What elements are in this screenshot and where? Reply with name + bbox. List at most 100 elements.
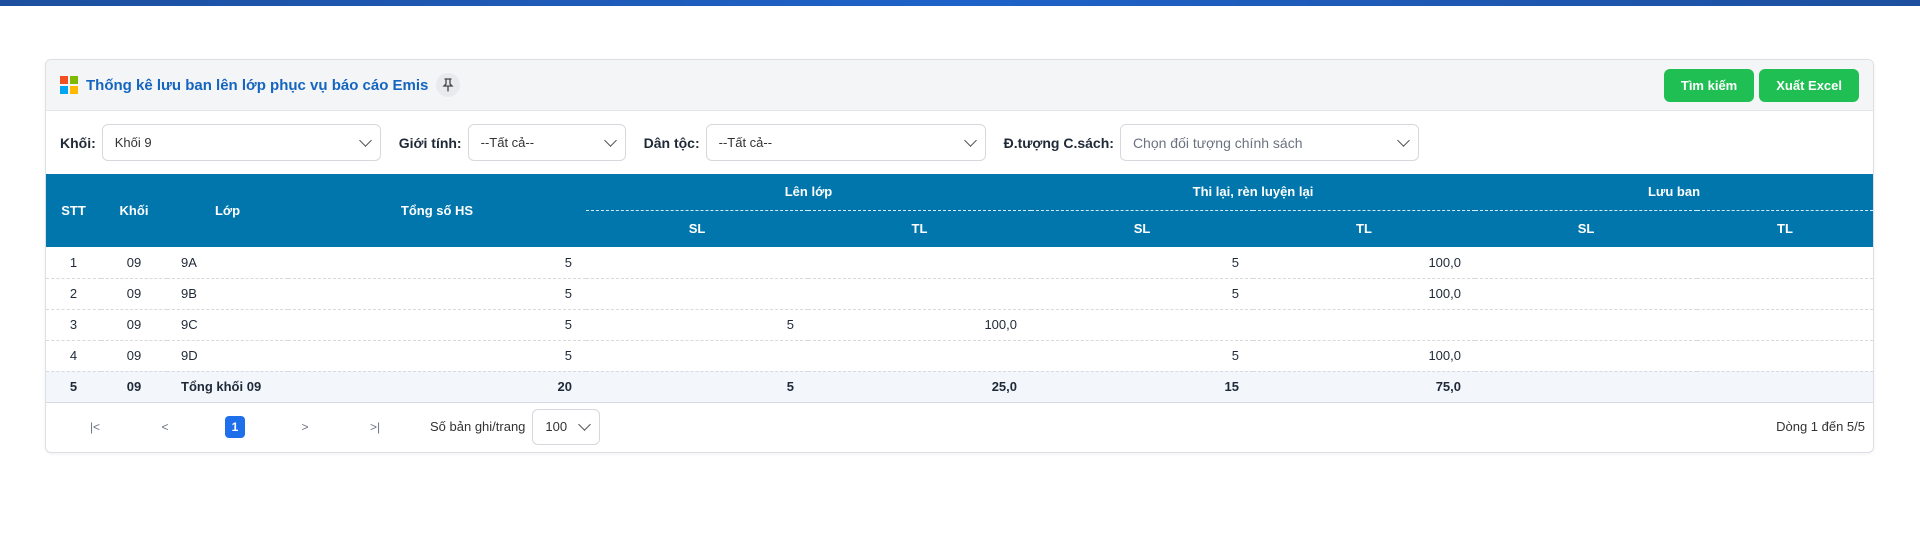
table-row: 4 09 9D 5 5 100,0 bbox=[46, 340, 1873, 372]
col-group-retest: Thi lại, rèn luyện lại bbox=[1031, 174, 1475, 211]
page-title: Thống kê lưu ban lên lớp phục vụ báo cáo… bbox=[86, 76, 429, 94]
pin-button[interactable] bbox=[436, 73, 461, 97]
col-retest-tl: TL bbox=[1253, 210, 1475, 247]
cell-retained-tl bbox=[1697, 247, 1873, 279]
cell-total: 5 bbox=[288, 340, 586, 372]
col-stt: STT bbox=[46, 174, 101, 247]
cell-grade: 09 bbox=[101, 278, 167, 310]
table-row: 1 09 9A 5 5 100,0 bbox=[46, 247, 1873, 279]
cell-total: 5 bbox=[288, 278, 586, 310]
pin-icon bbox=[442, 78, 454, 92]
ethnicity-label: Dân tộc: bbox=[643, 134, 700, 151]
cell-retained-sl bbox=[1475, 247, 1697, 279]
ethnicity-select[interactable]: --Tất cả-- bbox=[705, 124, 986, 161]
cell-retest-sl: 15 bbox=[1031, 371, 1253, 403]
cell-stt: 1 bbox=[46, 247, 101, 279]
cell-retest-sl: 5 bbox=[1031, 340, 1253, 372]
last-page-button[interactable]: >| bbox=[340, 420, 410, 434]
cell-promoted-tl bbox=[808, 247, 1031, 279]
cell-class: 9A bbox=[167, 247, 288, 279]
cell-stt: 4 bbox=[46, 340, 101, 372]
gender-label: Giới tính: bbox=[398, 134, 462, 151]
cell-retest-tl: 75,0 bbox=[1253, 371, 1475, 403]
cell-grade: 09 bbox=[101, 371, 167, 403]
cell-stt: 2 bbox=[46, 278, 101, 310]
policy-select[interactable]: Chọn đối tượng chính sách bbox=[1119, 124, 1419, 161]
cell-retest-tl: 100,0 bbox=[1253, 247, 1475, 279]
cell-total: 5 bbox=[288, 309, 586, 341]
per-page-select[interactable]: 100 bbox=[532, 408, 601, 445]
cell-class: 9C bbox=[167, 309, 288, 341]
cell-retest-sl: 5 bbox=[1031, 247, 1253, 279]
cell-retained-sl bbox=[1475, 371, 1697, 403]
windows-logo-icon bbox=[60, 76, 78, 94]
cell-retained-tl bbox=[1697, 340, 1873, 372]
cell-retest-sl bbox=[1031, 309, 1253, 341]
cell-promoted-sl bbox=[586, 340, 808, 372]
cell-retained-tl bbox=[1697, 278, 1873, 310]
policy-label: Đ.tượng C.sách: bbox=[1003, 134, 1114, 151]
gender-select-value: --Tất cả-- bbox=[480, 135, 535, 150]
grade-select[interactable]: Khối 9 bbox=[101, 124, 381, 161]
chevron-down-icon bbox=[358, 133, 372, 147]
cell-class: Tổng khối 09 bbox=[167, 371, 288, 403]
cell-total: 20 bbox=[288, 371, 586, 403]
cell-retained-tl bbox=[1697, 371, 1873, 403]
col-retained-tl: TL bbox=[1697, 210, 1873, 247]
chevron-down-icon bbox=[963, 133, 977, 147]
table-row: 3 09 9C 5 5 100,0 bbox=[46, 309, 1873, 341]
col-class: Lớp bbox=[167, 174, 288, 247]
first-page-button[interactable]: |< bbox=[60, 420, 130, 434]
col-promoted-sl: SL bbox=[586, 210, 808, 247]
grade-select-value: Khối 9 bbox=[114, 135, 152, 150]
cell-retest-sl: 5 bbox=[1031, 278, 1253, 310]
gender-select[interactable]: --Tất cả-- bbox=[467, 124, 626, 161]
prev-page-button[interactable]: < bbox=[130, 420, 200, 434]
cell-promoted-sl bbox=[586, 247, 808, 279]
col-grade: Khối bbox=[101, 174, 167, 247]
cell-promoted-sl bbox=[586, 278, 808, 310]
cell-retained-sl bbox=[1475, 309, 1697, 341]
cell-retained-tl bbox=[1697, 309, 1873, 341]
record-info: Dòng 1 đến 5/5 bbox=[1776, 419, 1865, 434]
cell-retest-tl bbox=[1253, 309, 1475, 341]
cell-stt: 5 bbox=[46, 371, 101, 403]
top-accent-bar bbox=[0, 0, 1920, 6]
pagination-bar: |< < 1 > >| Số bản ghi/trang 100 Dòng 1 … bbox=[46, 403, 1873, 451]
cell-grade: 09 bbox=[101, 247, 167, 279]
per-page-value: 100 bbox=[545, 419, 568, 434]
policy-select-placeholder: Chọn đối tượng chính sách bbox=[1132, 134, 1303, 151]
cell-promoted-sl: 5 bbox=[586, 371, 808, 403]
cell-retained-sl bbox=[1475, 278, 1697, 310]
cell-promoted-sl: 5 bbox=[586, 309, 808, 341]
filter-bar: Khối: Khối 9 Giới tính: --Tất cả-- Dân t… bbox=[46, 111, 1873, 174]
report-card: Thống kê lưu ban lên lớp phục vụ báo cáo… bbox=[45, 59, 1874, 453]
cell-grade: 09 bbox=[101, 340, 167, 372]
grade-label: Khối: bbox=[60, 134, 96, 151]
page-button-current[interactable]: 1 bbox=[225, 415, 245, 438]
cell-promoted-tl: 25,0 bbox=[808, 371, 1031, 403]
cell-total: 5 bbox=[288, 247, 586, 279]
chevron-down-icon bbox=[578, 417, 592, 431]
search-button[interactable]: Tìm kiếm bbox=[1663, 69, 1755, 102]
chevron-down-icon bbox=[603, 133, 617, 147]
col-group-promoted: Lên lớp bbox=[586, 174, 1031, 211]
cell-retest-tl: 100,0 bbox=[1253, 278, 1475, 310]
statistics-table: STT Khối Lớp Tổng số HS Lên lớp Thi lại,… bbox=[46, 174, 1873, 403]
col-retained-sl: SL bbox=[1475, 210, 1697, 247]
cell-class: 9B bbox=[167, 278, 288, 310]
col-group-retained: Lưu ban bbox=[1475, 174, 1873, 211]
next-page-button[interactable]: > bbox=[270, 420, 340, 434]
table-total-row: 5 09 Tổng khối 09 20 5 25,0 15 75,0 bbox=[46, 371, 1873, 403]
cell-class: 9D bbox=[167, 340, 288, 372]
chevron-down-icon bbox=[1397, 133, 1410, 147]
cell-promoted-tl: 100,0 bbox=[808, 309, 1031, 341]
ethnicity-select-value: --Tất cả-- bbox=[718, 135, 773, 150]
per-page-label: Số bản ghi/trang bbox=[430, 419, 526, 434]
col-retest-sl: SL bbox=[1031, 210, 1253, 247]
cell-promoted-tl bbox=[808, 278, 1031, 310]
col-total-students: Tổng số HS bbox=[288, 174, 586, 247]
table-row: 2 09 9B 5 5 100,0 bbox=[46, 278, 1873, 310]
export-excel-button[interactable]: Xuất Excel bbox=[1759, 69, 1859, 102]
cell-retained-sl bbox=[1475, 340, 1697, 372]
